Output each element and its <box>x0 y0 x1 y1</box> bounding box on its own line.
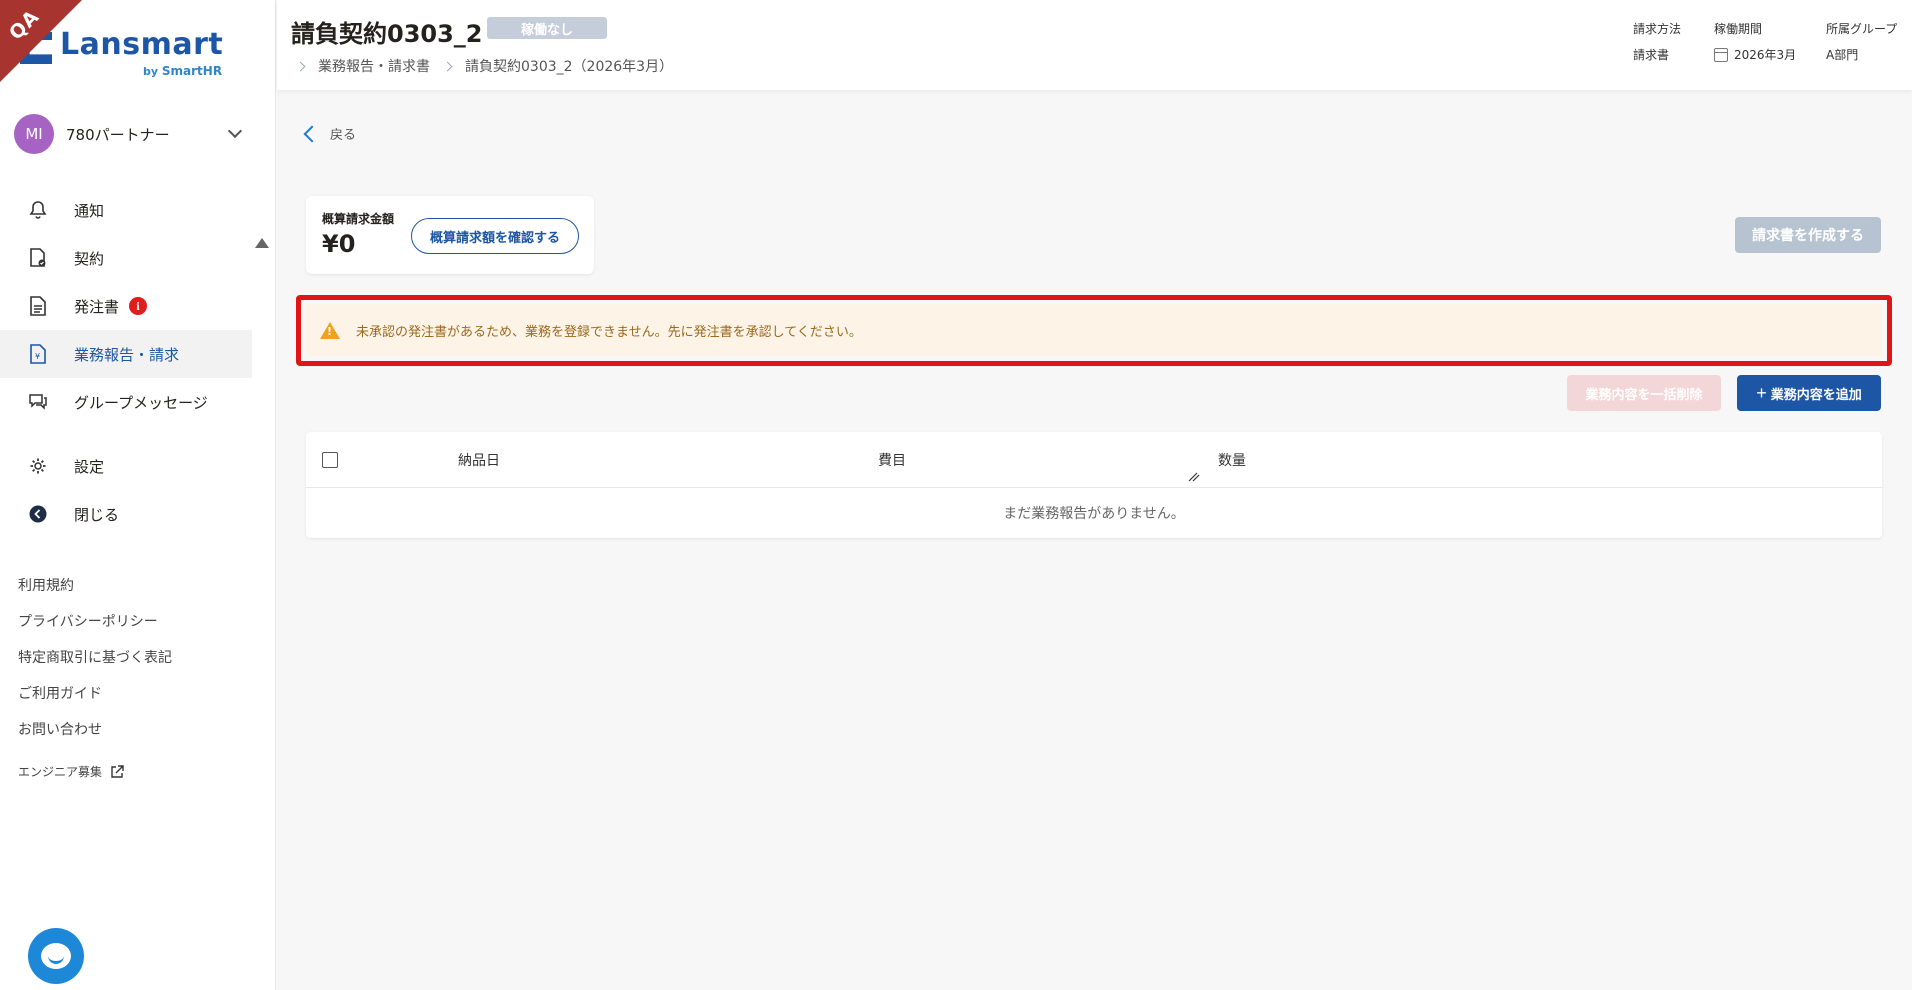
document-icon <box>28 296 48 316</box>
brand-name: Lansmart <box>60 27 224 62</box>
invoice-icon: ¥ <box>28 344 48 364</box>
brand-by: by <box>143 65 159 78</box>
sidebar-item-label: 通知 <box>74 201 105 220</box>
contact-link[interactable]: お問い合わせ <box>18 718 172 754</box>
select-all-checkbox[interactable] <box>322 452 338 468</box>
sidebar-item-contracts[interactable]: 契約 <box>0 234 252 282</box>
account-name: 780パートナー <box>66 125 170 144</box>
guide-link[interactable]: ご利用ガイド <box>18 682 172 718</box>
collapse-icon <box>28 504 48 524</box>
chat-icon <box>28 392 48 412</box>
meta-value: 請求書 <box>1633 48 1670 62</box>
warning-alert-text: 未承認の発注書があるため、業務を登録できません。先に発注書を承認してください。 <box>356 324 862 340</box>
column-header-delivery-date[interactable]: 納品日 <box>458 450 500 470</box>
bulk-delete-button[interactable]: 業務内容を一括削除 <box>1567 375 1721 411</box>
add-work-item-button[interactable]: + 業務内容を追加 <box>1737 375 1881 411</box>
meta-label: 稼働期間 <box>1714 22 1763 36</box>
breadcrumb-separator-icon <box>442 61 453 71</box>
sidebar-item-collapse[interactable]: 閉じる <box>0 490 252 538</box>
warning-icon <box>320 321 340 339</box>
sidebar-item-label: 発注書 <box>74 297 120 316</box>
careers-link[interactable]: エンジニア募集 <box>18 754 172 790</box>
column-resize-icon[interactable] <box>1188 472 1200 482</box>
account-switcher[interactable]: MI 780パートナー <box>14 114 254 154</box>
table-header: 納品日 費目 数量 <box>306 432 1882 488</box>
brand-sub-name: SmartHR <box>161 64 223 78</box>
commerce-law-link[interactable]: 特定商取引に基づく表記 <box>18 646 172 682</box>
meta-label: 所属グループ <box>1826 22 1898 36</box>
confirm-estimated-amount-button[interactable]: 概算請求額を確認する <box>411 218 579 254</box>
sidebar-nav: 通知 契約 発注書 i ¥ 業務報告・請求 グループメッセージ 設定 閉じる <box>0 186 252 538</box>
sidebar-item-label: グループメッセージ <box>74 393 208 412</box>
brand-sub: by SmartHR <box>143 64 222 78</box>
avatar: MI <box>14 114 54 154</box>
calendar-icon <box>1714 47 1728 62</box>
warning-alert: 未承認の発注書があるため、業務を登録できません。先に発注書を承認してください。 <box>306 304 1882 356</box>
external-link-icon <box>111 765 124 778</box>
chat-bubble-icon <box>41 943 71 969</box>
estimated-amount-label: 概算請求金額 <box>322 212 395 226</box>
sidebar: QA Lansmart by SmartHR MI 780パートナー 通知 契約 <box>0 0 276 990</box>
back-link[interactable]: 戻る <box>303 124 357 143</box>
estimated-amount-card: 概算請求金額 ¥0 概算請求額を確認する <box>306 196 594 274</box>
meta-billing-method: 請求方法 請求書 <box>1633 20 1681 63</box>
meta-value: 2026年3月 <box>1734 48 1797 62</box>
meta-work-period: 稼働期間 2026年3月 <box>1714 20 1796 63</box>
env-ribbon <box>0 0 82 82</box>
sidebar-item-group-messages[interactable]: グループメッセージ <box>0 378 252 426</box>
breadcrumb: 業務報告・請求書 請負契約0303_2（2026年3月） <box>291 56 673 76</box>
meta-value: A部門 <box>1826 48 1859 62</box>
breadcrumb-separator-icon <box>295 61 306 71</box>
sidebar-item-notifications[interactable]: 通知 <box>0 186 252 234</box>
breadcrumb-item-current: 請負契約0303_2（2026年3月） <box>465 59 674 75</box>
sidebar-item-label: 閉じる <box>74 505 120 524</box>
sidebar-item-label: 設定 <box>74 457 105 476</box>
sidebar-item-label: 契約 <box>74 249 105 268</box>
svg-text:¥: ¥ <box>35 352 40 361</box>
column-header-quantity[interactable]: 数量 <box>1218 450 1246 470</box>
create-invoice-button[interactable]: 請求書を作成する <box>1735 217 1881 253</box>
status-badge: 稼働なし <box>487 17 607 39</box>
empty-state-text: まだ業務報告がありません。 <box>1003 506 1185 522</box>
back-label: 戻る <box>330 128 357 143</box>
chevron-down-icon <box>227 123 243 139</box>
meta-label: 請求方法 <box>1633 22 1682 36</box>
sidebar-item-settings[interactable]: 設定 <box>0 442 252 490</box>
work-report-table: 納品日 費目 数量 まだ業務報告がありません。 <box>306 432 1882 538</box>
breadcrumb-item-reports[interactable]: 業務報告・請求書 <box>318 56 430 76</box>
scroll-up-icon[interactable] <box>255 238 269 248</box>
page-header: 請負契約0303_2 稼働なし 業務報告・請求書 請負契約0303_2（2026… <box>277 0 1912 90</box>
meta-group: 所属グループ A部門 <box>1826 20 1897 63</box>
sidebar-item-work-reports[interactable]: ¥ 業務報告・請求 <box>0 330 252 378</box>
alert-badge: i <box>129 297 148 315</box>
meta-value-wrap: 2026年3月 <box>1714 46 1796 63</box>
add-work-item-label: 業務内容を追加 <box>1770 386 1862 402</box>
sidebar-item-label: 業務報告・請求 <box>74 345 180 364</box>
plus-icon: + <box>1756 382 1767 403</box>
gear-icon <box>28 456 48 476</box>
estimated-amount-value: ¥0 <box>322 230 356 258</box>
sidebar-item-purchase-orders[interactable]: 発注書 i <box>0 282 252 330</box>
terms-link[interactable]: 利用規約 <box>18 574 172 610</box>
bell-icon <box>28 200 48 220</box>
contract-icon <box>28 248 48 268</box>
page-title: 請負契約0303_2 <box>291 20 483 48</box>
footer-links: 利用規約 プライバシーポリシー 特定商取引に基づく表記 ご利用ガイド お問い合わ… <box>18 574 172 790</box>
chevron-left-icon <box>303 125 321 142</box>
careers-link-label: エンジニア募集 <box>18 765 103 779</box>
support-chat-button[interactable] <box>28 928 84 984</box>
privacy-link[interactable]: プライバシーポリシー <box>18 610 172 646</box>
column-header-expense-item[interactable]: 費目 <box>878 450 906 470</box>
